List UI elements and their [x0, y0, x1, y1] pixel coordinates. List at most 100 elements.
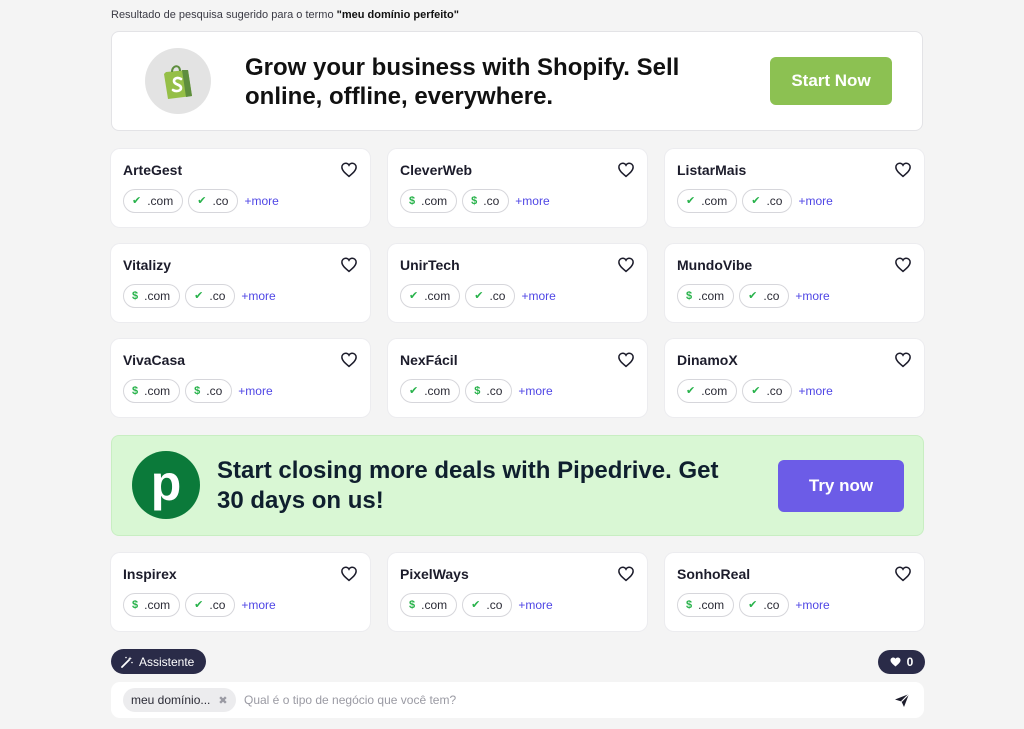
- check-icon: ✔: [751, 384, 761, 397]
- tld-list: ✔ .com $ .co +more: [400, 379, 553, 403]
- tld-chip-co[interactable]: ✔ .co: [739, 284, 790, 308]
- check-icon: ✔: [686, 384, 696, 397]
- favorite-heart-icon[interactable]: [340, 256, 358, 274]
- more-tlds-link[interactable]: +more: [238, 384, 272, 398]
- domain-name: DinamoX: [677, 352, 738, 368]
- more-tlds-link[interactable]: +more: [798, 194, 832, 208]
- tld-chip-com[interactable]: ✔ .com: [677, 379, 738, 403]
- favorite-heart-icon[interactable]: [894, 565, 912, 583]
- domain-card[interactable]: MundoVibe $ .com ✔ .co +more: [665, 244, 924, 322]
- domain-card[interactable]: ArteGest ✔ .com ✔ .co +more: [111, 149, 370, 227]
- tld-chip-co[interactable]: $ .co: [465, 379, 513, 403]
- search-term-chip-label: meu domínio...: [131, 693, 211, 707]
- domain-card[interactable]: VivaCasa $ .com $ .co +more: [111, 339, 370, 417]
- tld-chip-com[interactable]: ✔ .com: [400, 379, 461, 403]
- tld-chip-com[interactable]: $ .com: [677, 593, 735, 617]
- assistant-button[interactable]: Assistente: [111, 649, 207, 674]
- favorites-counter[interactable]: 0: [878, 650, 925, 674]
- more-tlds-link[interactable]: +more: [515, 194, 549, 208]
- domain-card[interactable]: NexFácil ✔ .com $ .co +more: [388, 339, 647, 417]
- favorite-heart-icon[interactable]: [340, 351, 358, 369]
- tld-extension: .co: [209, 289, 226, 303]
- more-tlds-link[interactable]: +more: [241, 598, 275, 612]
- pipedrive-logo-letter: p: [150, 455, 182, 511]
- tld-extension: .co: [489, 289, 506, 303]
- favorite-heart-icon[interactable]: [894, 256, 912, 274]
- remove-chip-icon[interactable]: ✖: [218, 694, 227, 707]
- favorite-heart-icon[interactable]: [894, 161, 912, 179]
- tld-extension: .com: [698, 598, 725, 612]
- favorites-count: 0: [906, 655, 914, 669]
- tld-chip-com[interactable]: $ .com: [123, 284, 181, 308]
- domain-card[interactable]: Inspirex $ .com ✔ .co +more: [111, 553, 370, 631]
- tld-chip-com[interactable]: $ .com: [400, 593, 458, 617]
- domain-card[interactable]: SonhoReal $ .com ✔ .co +more: [665, 553, 924, 631]
- favorite-heart-icon[interactable]: [617, 161, 635, 179]
- domain-card[interactable]: ListarMais ✔ .com ✔ .co +more: [665, 149, 924, 227]
- shopify-ad-banner[interactable]: Grow your business with Shopify. Sell on…: [111, 31, 923, 131]
- tld-extension: .co: [212, 194, 229, 208]
- search-term-chip[interactable]: meu domínio... ✖: [123, 688, 236, 712]
- more-tlds-link[interactable]: +more: [244, 194, 278, 208]
- pipedrive-ad-banner[interactable]: p Start closing more deals with Pipedriv…: [111, 435, 924, 536]
- tld-list: ✔ .com ✔ .co +more: [677, 189, 833, 213]
- more-tlds-link[interactable]: +more: [795, 598, 829, 612]
- domain-card[interactable]: UnirTech ✔ .com ✔ .co +more: [388, 244, 647, 322]
- tld-extension: .com: [147, 194, 174, 208]
- domain-card[interactable]: DinamoX ✔ .com ✔ .co +more: [665, 339, 924, 417]
- more-tlds-link[interactable]: +more: [798, 384, 832, 398]
- check-icon: ✔: [409, 384, 419, 397]
- tld-extension: .com: [144, 384, 171, 398]
- more-tlds-link[interactable]: +more: [795, 289, 829, 303]
- tld-chip-co[interactable]: $ .co: [185, 379, 233, 403]
- tld-chip-co[interactable]: ✔ .co: [462, 593, 513, 617]
- more-tlds-link[interactable]: +more: [241, 289, 275, 303]
- tld-extension: .com: [144, 598, 171, 612]
- dollar-icon: $: [132, 289, 139, 302]
- favorite-heart-icon[interactable]: [340, 565, 358, 583]
- favorite-heart-icon[interactable]: [340, 161, 358, 179]
- more-tlds-link[interactable]: +more: [518, 598, 552, 612]
- favorite-heart-icon[interactable]: [617, 351, 635, 369]
- tld-chip-co[interactable]: ✔ .co: [739, 593, 790, 617]
- favorite-heart-icon[interactable]: [617, 565, 635, 583]
- tld-chip-co[interactable]: $ .co: [462, 189, 510, 213]
- tld-chip-co[interactable]: ✔ .co: [742, 379, 793, 403]
- domain-name: Inspirex: [123, 566, 177, 582]
- tld-chip-co[interactable]: ✔ .co: [188, 189, 239, 213]
- search-note: Resultado de pesquisa sugerido para o te…: [111, 9, 459, 21]
- pipedrive-ad-text: Start closing more deals with Pipedrive.…: [217, 457, 719, 514]
- tld-extension: .com: [698, 289, 725, 303]
- tld-chip-com[interactable]: $ .com: [123, 379, 181, 403]
- check-icon: ✔: [197, 194, 207, 207]
- more-tlds-link[interactable]: +more: [518, 384, 552, 398]
- tld-chip-co[interactable]: ✔ .co: [742, 189, 793, 213]
- search-note-prefix: Resultado de pesquisa sugerido para o te…: [111, 9, 337, 21]
- dollar-icon: $: [409, 598, 416, 611]
- domain-card[interactable]: PixelWays $ .com ✔ .co +more: [388, 553, 647, 631]
- tld-chip-co[interactable]: ✔ .co: [185, 284, 236, 308]
- tld-chip-com[interactable]: $ .com: [400, 189, 458, 213]
- tld-chip-com[interactable]: ✔ .com: [400, 284, 461, 308]
- heart-filled-icon: [890, 657, 901, 667]
- business-type-input[interactable]: [244, 688, 864, 712]
- tld-chip-com[interactable]: $ .com: [123, 593, 181, 617]
- tld-chip-co[interactable]: ✔ .co: [465, 284, 516, 308]
- tld-list: ✔ .com ✔ .co +more: [677, 379, 833, 403]
- domain-card[interactable]: CleverWeb $ .com $ .co +more: [388, 149, 647, 227]
- domain-name: ListarMais: [677, 162, 747, 178]
- tld-chip-com[interactable]: $ .com: [677, 284, 735, 308]
- send-icon[interactable]: [894, 693, 910, 708]
- tld-chip-com[interactable]: ✔ .com: [123, 189, 184, 213]
- more-tlds-link[interactable]: +more: [521, 289, 555, 303]
- domain-card[interactable]: Vitalizy $ .com ✔ .co +more: [111, 244, 370, 322]
- tld-chip-com[interactable]: ✔ .com: [677, 189, 738, 213]
- start-now-button[interactable]: Start Now: [770, 57, 892, 105]
- shopify-logo: [145, 48, 211, 114]
- try-now-button[interactable]: Try now: [778, 460, 904, 512]
- tld-list: $ .com ✔ .co +more: [677, 284, 830, 308]
- tld-chip-co[interactable]: ✔ .co: [185, 593, 236, 617]
- favorite-heart-icon[interactable]: [617, 256, 635, 274]
- favorite-heart-icon[interactable]: [894, 351, 912, 369]
- domain-name: ArteGest: [123, 162, 183, 178]
